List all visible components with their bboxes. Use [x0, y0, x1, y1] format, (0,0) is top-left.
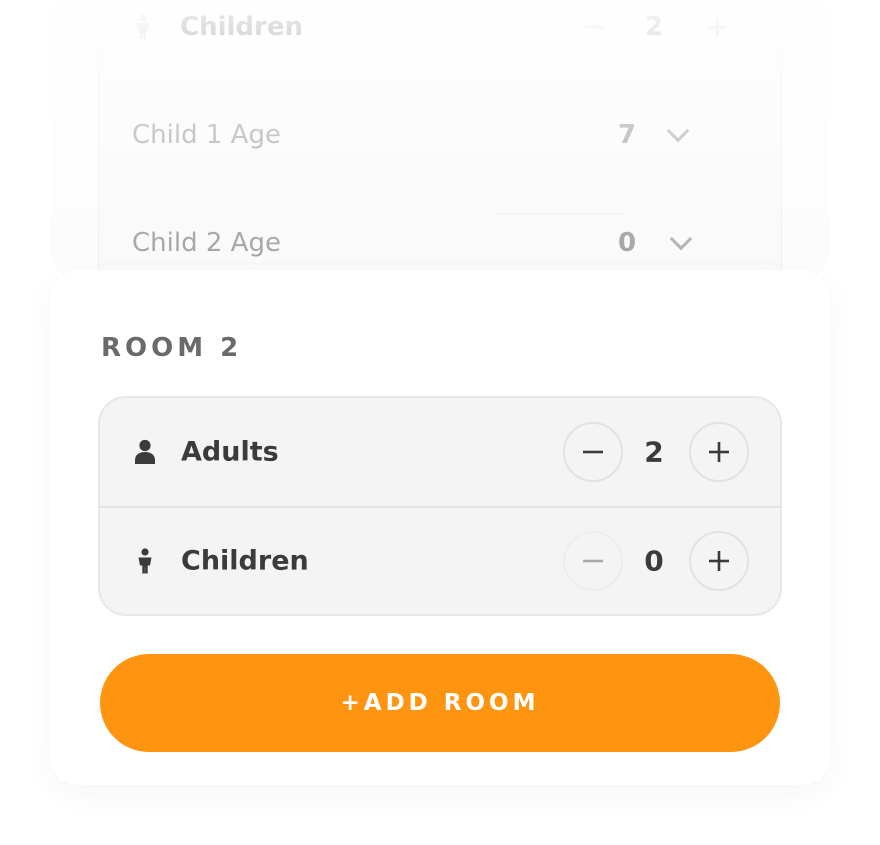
adults-count: 2: [644, 435, 664, 469]
adults-increment-button[interactable]: [689, 422, 749, 482]
room-1-children-plus-button[interactable]: [708, 18, 726, 36]
room-1-children-count: 2: [644, 12, 664, 42]
child-1-age-row: Child 1 Age 7: [98, 105, 782, 165]
adults-label: Adults: [181, 436, 279, 468]
adults-decrement-button[interactable]: [563, 422, 623, 482]
child-icon: [134, 548, 156, 574]
children-row: Children 0: [100, 506, 780, 614]
room-1-children-minus-button[interactable]: [585, 25, 603, 29]
person-icon: [134, 439, 156, 465]
plus-icon: [709, 442, 729, 462]
room-2-guest-group: Adults 2 Children 0: [98, 396, 782, 616]
minus-icon: [583, 559, 603, 563]
room-2-title: ROOM 2: [101, 333, 243, 363]
add-room-button[interactable]: +ADD ROOM: [100, 654, 780, 752]
child-1-age-value[interactable]: 7: [607, 120, 647, 150]
plus-icon: [709, 551, 729, 571]
guests-rooms-panel: Children 2 Child 1 Age 7 Child 2 Age 0 R…: [0, 0, 880, 845]
children-count: 0: [644, 544, 664, 578]
chevron-down-icon[interactable]: [669, 227, 693, 251]
child-2-age-value[interactable]: 0: [607, 228, 647, 258]
room-1-children-label: Children: [180, 12, 303, 42]
minus-icon: [583, 450, 603, 454]
adults-row: Adults 2: [100, 398, 780, 506]
child-2-age-row: Child 2 Age 0: [98, 213, 782, 273]
children-decrement-button[interactable]: [563, 531, 623, 591]
room-1-children-row: Children 2: [98, 0, 782, 57]
child-1-age-label: Child 1 Age: [132, 120, 281, 150]
child-2-age-label: Child 2 Age: [132, 228, 281, 258]
children-increment-button[interactable]: [689, 531, 749, 591]
child-icon: [132, 14, 154, 40]
chevron-down-icon[interactable]: [666, 119, 690, 143]
children-label: Children: [181, 545, 309, 577]
